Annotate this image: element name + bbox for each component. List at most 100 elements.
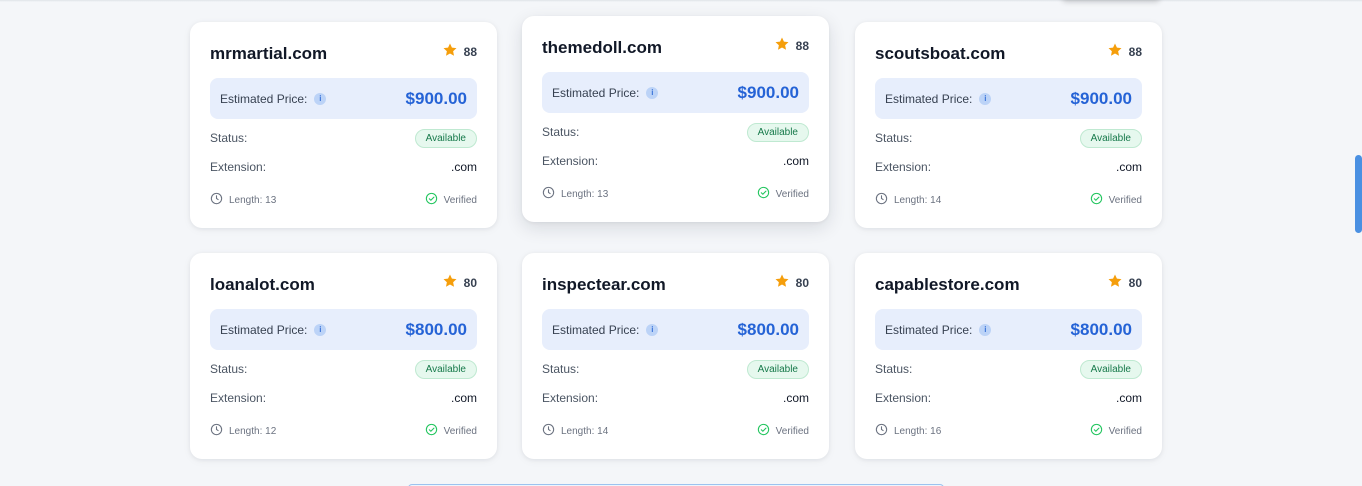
- info-icon[interactable]: i: [646, 86, 659, 99]
- domain-card[interactable]: inspectear.com 80 Estimated Price: i $80…: [522, 253, 829, 459]
- star-icon: [774, 36, 790, 55]
- score-value: 80: [1128, 275, 1142, 290]
- star-icon: [1107, 273, 1123, 292]
- status-label: Status:: [542, 125, 580, 139]
- status-badge: Available: [746, 122, 809, 142]
- extension-row: Extension: .com: [875, 388, 1142, 408]
- check-circle-icon: [1090, 192, 1103, 208]
- domain-name[interactable]: inspectear.com: [542, 274, 666, 296]
- status-badge: Available: [1079, 128, 1142, 148]
- domain-card[interactable]: themedoll.com 88 Estimated Price: i $900…: [522, 16, 829, 222]
- info-icon[interactable]: i: [314, 92, 327, 105]
- card-footer: Length: 14 Verified: [875, 192, 1142, 208]
- price-label: Estimated Price:: [220, 322, 308, 337]
- domain-name[interactable]: loanalot.com: [210, 274, 315, 296]
- length-info: Length: 16: [875, 423, 941, 439]
- length-info: Length: 14: [542, 423, 608, 439]
- status-row: Status: Available: [542, 359, 809, 379]
- verified-label: Verified: [775, 188, 809, 200]
- verified-info: Verified: [757, 186, 809, 202]
- extension-row: Extension: .com: [542, 151, 809, 171]
- card-header: capablestore.com 80: [875, 273, 1142, 299]
- extension-label: Extension:: [210, 160, 267, 174]
- domain-name[interactable]: scoutsboat.com: [875, 43, 1005, 65]
- price-box: Estimated Price: i $800.00: [542, 309, 809, 350]
- score: 88: [442, 42, 477, 61]
- info-icon[interactable]: i: [979, 323, 992, 336]
- price-value: $900.00: [1070, 88, 1132, 108]
- star-icon: [774, 273, 790, 292]
- domain-card[interactable]: mrmartial.com 88 Estimated Price: i $900…: [190, 22, 497, 228]
- status-row: Status: Available: [210, 128, 477, 148]
- verified-label: Verified: [775, 425, 809, 437]
- domain-name[interactable]: mrmartial.com: [210, 43, 327, 65]
- price-value: $800.00: [405, 319, 467, 339]
- domain-card[interactable]: loanalot.com 80 Estimated Price: i $800.…: [190, 253, 497, 459]
- check-circle-icon: [757, 423, 770, 439]
- clock-icon: [210, 192, 223, 208]
- domain-name[interactable]: themedoll.com: [542, 37, 662, 59]
- price-box: Estimated Price: i $800.00: [875, 309, 1142, 350]
- length-value: Length: 16: [894, 425, 942, 437]
- domain-card[interactable]: scoutsboat.com 88 Estimated Price: i $90…: [855, 22, 1162, 228]
- score-value: 80: [463, 275, 477, 290]
- extension-row: Extension: .com: [210, 388, 477, 408]
- score-value: 88: [1128, 44, 1142, 59]
- price-label: Estimated Price:: [885, 91, 973, 106]
- check-circle-icon: [425, 192, 438, 208]
- status-badge: Available: [746, 359, 809, 379]
- clock-icon: [875, 423, 888, 439]
- clock-icon: [542, 423, 555, 439]
- length-info: Length: 13: [542, 186, 608, 202]
- score: 88: [1107, 42, 1142, 61]
- info-icon[interactable]: i: [979, 92, 992, 105]
- card-header: loanalot.com 80: [210, 273, 477, 299]
- card-footer: Length: 13 Verified: [210, 192, 477, 208]
- star-icon: [442, 42, 458, 61]
- verified-info: Verified: [425, 192, 477, 208]
- extension-label: Extension:: [542, 391, 599, 405]
- clock-icon: [210, 423, 223, 439]
- price-label-group: Estimated Price: i: [220, 322, 327, 337]
- status-label: Status:: [875, 131, 913, 145]
- verified-info: Verified: [757, 423, 809, 439]
- extension-row: Extension: .com: [542, 388, 809, 408]
- top-shadow: [0, 0, 1362, 2]
- card-footer: Length: 16 Verified: [875, 423, 1142, 439]
- status-label: Status:: [210, 362, 248, 376]
- extension-value: .com: [782, 391, 809, 405]
- score: 80: [1107, 273, 1142, 292]
- price-label: Estimated Price:: [220, 91, 308, 106]
- score: 88: [774, 36, 809, 55]
- extension-row: Extension: .com: [875, 157, 1142, 177]
- length-value: Length: 13: [561, 188, 609, 200]
- extension-row: Extension: .com: [210, 157, 477, 177]
- scrollbar-thumb[interactable]: [1355, 155, 1362, 233]
- extension-label: Extension:: [210, 391, 267, 405]
- score-value: 88: [795, 38, 809, 53]
- price-value: $800.00: [737, 319, 799, 339]
- length-value: Length: 13: [229, 194, 277, 206]
- check-circle-icon: [757, 186, 770, 202]
- status-badge: Available: [1079, 359, 1142, 379]
- price-label: Estimated Price:: [885, 322, 973, 337]
- extension-label: Extension:: [875, 160, 932, 174]
- domain-name[interactable]: capablestore.com: [875, 274, 1020, 296]
- score-value: 80: [795, 275, 809, 290]
- extension-label: Extension:: [542, 154, 599, 168]
- verified-info: Verified: [1090, 192, 1142, 208]
- length-value: Length: 14: [894, 194, 942, 206]
- card-header: inspectear.com 80: [542, 273, 809, 299]
- domain-card[interactable]: capablestore.com 80 Estimated Price: i $…: [855, 253, 1162, 459]
- info-icon[interactable]: i: [314, 323, 327, 336]
- info-icon[interactable]: i: [646, 323, 659, 336]
- status-label: Status:: [875, 362, 913, 376]
- clock-icon: [875, 192, 888, 208]
- card-header: themedoll.com 88: [542, 36, 809, 62]
- star-icon: [1107, 42, 1123, 61]
- check-circle-icon: [425, 423, 438, 439]
- verified-label: Verified: [1108, 194, 1142, 206]
- score-value: 88: [463, 44, 477, 59]
- price-box: Estimated Price: i $800.00: [210, 309, 477, 350]
- price-box: Estimated Price: i $900.00: [875, 78, 1142, 119]
